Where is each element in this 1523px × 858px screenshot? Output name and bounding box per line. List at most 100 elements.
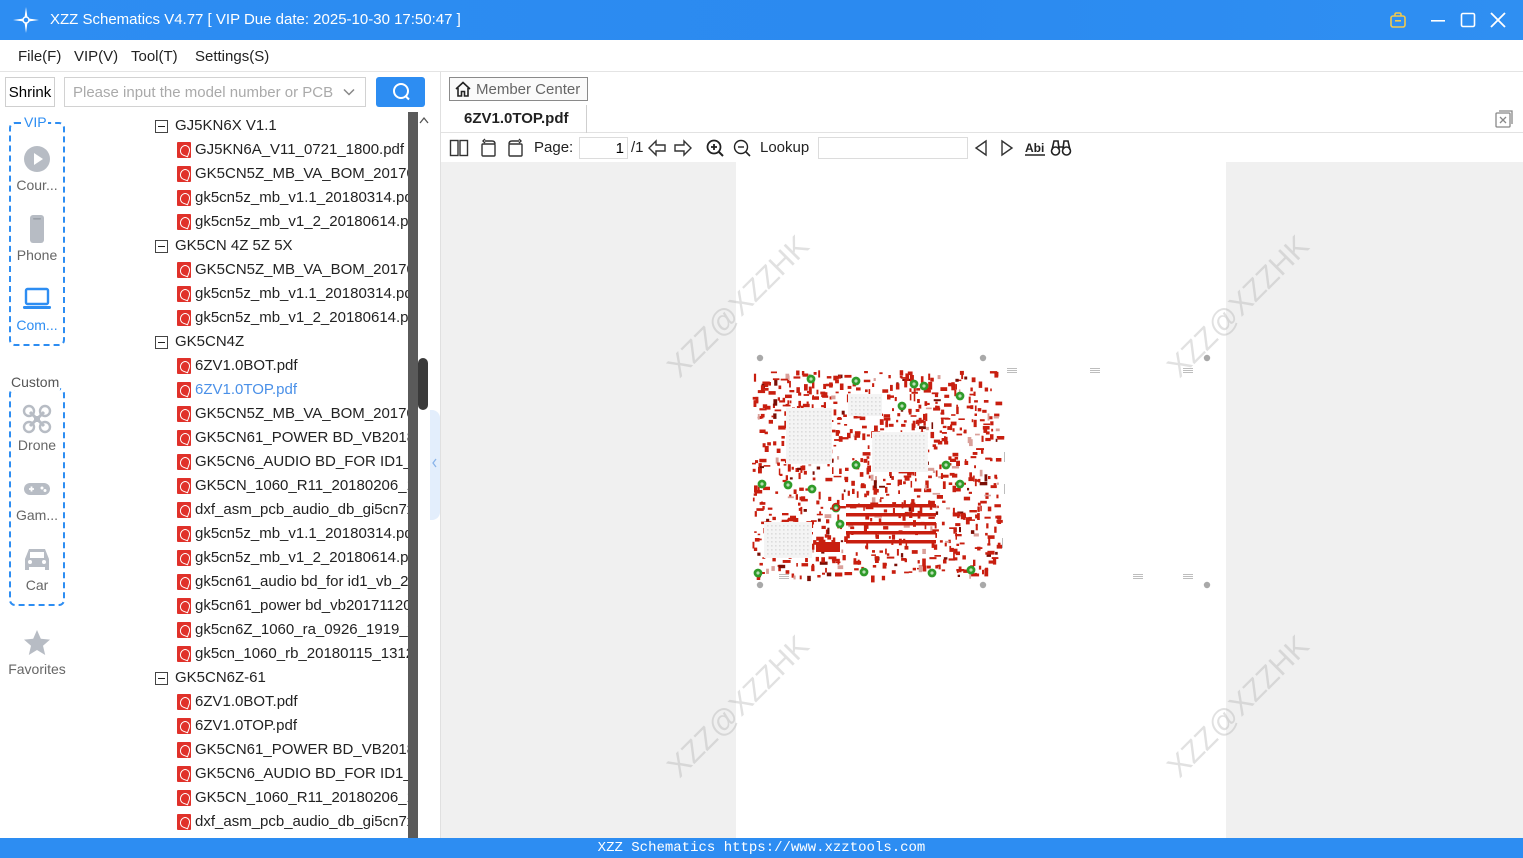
zoom-in-button[interactable] — [705, 138, 725, 158]
two-page-view-button[interactable] — [449, 138, 469, 158]
panel-collapse-handle[interactable] — [430, 410, 440, 520]
prev-page-button[interactable] — [647, 138, 667, 158]
menu-settings[interactable]: Settings(S) — [195, 48, 269, 65]
lookup-input[interactable] — [818, 137, 968, 159]
tree-file[interactable]: GK5CN5Z_MB_VA_BOM_20170911 — [74, 402, 408, 426]
arrow-left-icon — [648, 139, 666, 157]
rotate-left-button[interactable] — [479, 138, 499, 158]
tree-file[interactable]: dxf_asm_pcb_audio_db_gi5cn7x — [74, 810, 408, 834]
shrink-button[interactable]: Shrink — [5, 77, 55, 107]
pdf-file-icon — [177, 142, 191, 158]
tree-file[interactable]: GK5CN6_AUDIO BD_FOR ID1_RA_2 — [74, 450, 408, 474]
triangle-right-icon — [1001, 139, 1014, 157]
pdf-file-icon — [177, 214, 191, 230]
zoom-out-button[interactable] — [732, 138, 752, 158]
menu-file[interactable]: File(F) — [18, 48, 61, 65]
tree-folder[interactable]: GK5CN 4Z 5Z 5X — [74, 234, 408, 258]
tree-file[interactable]: gk5cn5z_mb_v1_2_20180614.pdf — [74, 306, 408, 330]
collapse-toggle-icon[interactable] — [155, 120, 168, 133]
next-page-button[interactable] — [673, 138, 693, 158]
pdf-file-icon — [177, 766, 191, 782]
maximize-button[interactable] — [1456, 8, 1480, 32]
page-number-input[interactable] — [579, 137, 628, 159]
close-icon — [1490, 12, 1506, 28]
tree-file[interactable]: dxf_asm_pcb_audio_db_gi5cn7x — [74, 498, 408, 522]
tree-file[interactable]: gk5cn5z_mb_v1.1_20180314.pdf — [74, 282, 408, 306]
find-next-button[interactable] — [997, 138, 1017, 158]
status-bar: XZZ Schematics https://www.xzztools.com — [0, 838, 1523, 858]
rail-item-favorites[interactable]: Favorites — [0, 628, 74, 677]
rotate-right-button[interactable] — [505, 138, 525, 158]
minimize-button[interactable] — [1426, 8, 1450, 32]
search-input[interactable] — [65, 78, 335, 106]
close-button[interactable] — [1486, 8, 1510, 32]
tree-file[interactable]: GK5CN61_POWER BD_VB20180115 — [74, 738, 408, 762]
two-page-icon — [449, 139, 469, 157]
close-tab-icon[interactable] — [1495, 110, 1513, 128]
find-all-button[interactable] — [1050, 138, 1072, 158]
tab-6zv1-top[interactable]: 6ZV1.0TOP.pdf — [449, 105, 587, 133]
favorites-label: Favorites — [8, 661, 66, 677]
collapse-toggle-icon[interactable] — [155, 336, 168, 349]
rail-item-drone[interactable]: Drone — [0, 404, 74, 453]
chevron-down-icon[interactable] — [342, 85, 356, 99]
tree-scrollbar-track[interactable] — [408, 112, 418, 838]
pdf-file-icon — [177, 166, 191, 182]
rail-item-car[interactable]: Car — [0, 544, 74, 593]
find-prev-button[interactable] — [971, 138, 991, 158]
search-combobox[interactable] — [64, 77, 366, 107]
scroll-up-icon[interactable] — [418, 112, 430, 128]
tree-file[interactable]: 6ZV1.0TOP.pdf — [74, 714, 408, 738]
tree-file[interactable]: GJ5KN6A_V11_0721_1800.pdf — [74, 138, 408, 162]
match-case-button[interactable]: Abi — [1024, 138, 1046, 158]
tree-folder[interactable]: GK5CN4Z — [74, 330, 408, 354]
tree-file[interactable]: GK5CN5Z_MB_VA_BOM_20170911 — [74, 258, 408, 282]
tree-file[interactable]: gk5cn5z_mb_v1.1_20180314.pdf — [74, 522, 408, 546]
tree-file[interactable]: GK5CN6_AUDIO BD_FOR ID1_RA_2 — [74, 762, 408, 786]
tree-file[interactable]: gk5cn5z_mb_v1_2_20180614.pdf — [74, 210, 408, 234]
search-button[interactable] — [376, 77, 425, 107]
tree-folder[interactable]: GK5CN6Z-61 — [74, 666, 408, 690]
tree-folder[interactable]: GJ5KN6X V1.1 — [74, 114, 408, 138]
pdf-file-icon — [177, 790, 191, 806]
tree-file[interactable]: gk5cn61_audio bd_for id1_vb_2 — [74, 570, 408, 594]
collapse-toggle-icon[interactable] — [155, 672, 168, 685]
tree-file[interactable]: gk5cn5z_mb_v1_2_20180614.pdf — [74, 546, 408, 570]
tree-file-label: dxf_asm_pcb_audio_db_gi5cn7x — [195, 813, 408, 830]
tree-file[interactable]: 6ZV1.0TOP.pdf — [74, 378, 408, 402]
tree-file[interactable]: gk5cn6Z_1060_ra_0926_1919_for — [74, 618, 408, 642]
tree-file[interactable]: gk5cn61_power bd_vb20171120 — [74, 594, 408, 618]
pdf-file-icon — [177, 382, 191, 398]
rotate-right-icon — [508, 138, 523, 157]
tree-file[interactable]: GK5CN_1060_R11_20180206_1650 — [74, 474, 408, 498]
menu-vip[interactable]: VIP(V) — [74, 48, 118, 65]
tree-file[interactable]: GK5CN61_POWER BD_VB20180115 — [74, 426, 408, 450]
chevron-left-icon — [432, 458, 437, 468]
tree-file[interactable]: GK5CN5Z_MB_VA_BOM_20170911 — [74, 162, 408, 186]
rail-item-phone[interactable]: Phone — [0, 214, 74, 263]
vip-bag-icon[interactable] — [1386, 8, 1410, 32]
pdf-file-icon — [177, 574, 191, 590]
pdf-viewer-area[interactable]: XZZ@XZZHK XZZ@XZZHK XZZ@XZZHK XZZ@XZZHK — [441, 162, 1523, 838]
search-icon — [392, 83, 410, 101]
tree-file-label: 6ZV1.0BOT.pdf — [195, 357, 298, 374]
tree-file[interactable]: 6ZV1.0BOT.pdf — [74, 690, 408, 714]
pdf-file-icon — [177, 502, 191, 518]
rail-item-computer[interactable]: Com... — [0, 284, 74, 333]
collapse-toggle-icon[interactable] — [155, 240, 168, 253]
custom-group-label: Custom — [10, 374, 61, 390]
tree-file[interactable]: gk5cn5z_mb_v1.1_20180314.pdf — [74, 186, 408, 210]
tree-file[interactable]: GK5CN_1060_R11_20180206_1650 — [74, 786, 408, 810]
tree-scrollbar-thumb[interactable] — [418, 358, 428, 410]
menu-tool[interactable]: Tool(T) — [131, 48, 178, 65]
rail-item-label: Gam... — [15, 507, 58, 523]
tree-file-label: GK5CN6_AUDIO BD_FOR ID1_RA_2 — [195, 765, 408, 782]
tree-file-label: GK5CN61_POWER BD_VB20180115 — [195, 741, 408, 758]
tree-file[interactable]: gk5cn_1060_rb_20180115_1312.pdf — [74, 642, 408, 666]
pdf-file-icon — [177, 526, 191, 542]
rail-item-games[interactable]: Gam... — [0, 474, 74, 523]
tree-file-label: 6ZV1.0BOT.pdf — [195, 693, 298, 710]
member-center-button[interactable]: Member Center — [449, 77, 588, 101]
rail-item-courses[interactable]: Cour... — [0, 144, 74, 193]
tree-file[interactable]: 6ZV1.0BOT.pdf — [74, 354, 408, 378]
